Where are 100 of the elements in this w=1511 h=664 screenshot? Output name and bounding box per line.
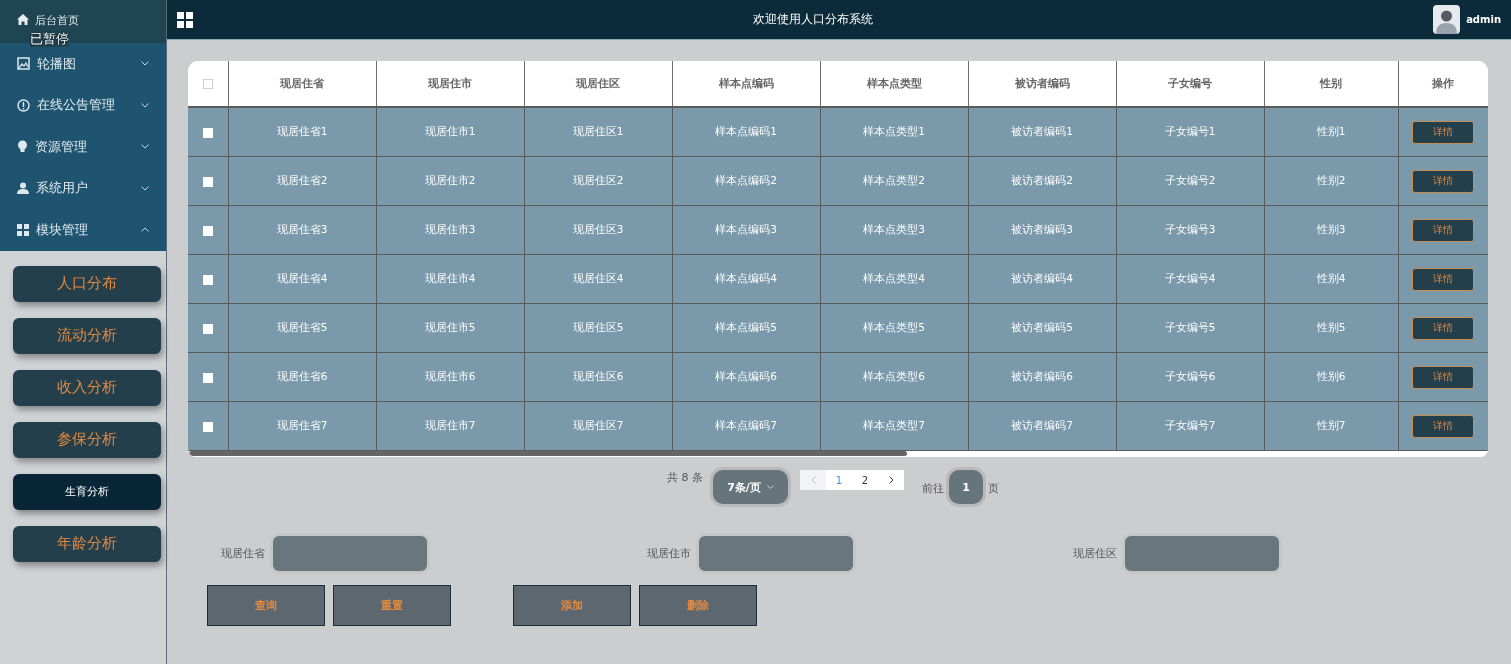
column-header: 操作 bbox=[1398, 61, 1488, 107]
table-cell: 被访者编码1 bbox=[968, 107, 1116, 157]
table-cell: 子女编号7 bbox=[1116, 401, 1264, 451]
details-button[interactable]: 详情 bbox=[1412, 267, 1475, 291]
column-header: 现居住省 bbox=[228, 61, 376, 107]
table-cell: 现居住区2 bbox=[524, 156, 672, 206]
menu-item[interactable]: 资源管理 bbox=[0, 126, 166, 168]
table-cell: 样本点类型1 bbox=[820, 107, 968, 157]
paused-label: 已暂停 bbox=[30, 31, 69, 47]
table-cell: 子女编号1 bbox=[1116, 107, 1264, 157]
column-header: 现居住区 bbox=[524, 61, 672, 107]
table-cell: 现居住省3 bbox=[228, 205, 376, 255]
menu-item[interactable]: 系统用户 bbox=[0, 167, 166, 209]
menu-item[interactable]: 模块管理 bbox=[0, 209, 166, 251]
table-cell: 现居住区6 bbox=[524, 352, 672, 402]
user-icon bbox=[17, 182, 29, 195]
table-cell: 子女编号6 bbox=[1116, 352, 1264, 402]
table-cell: 性别4 bbox=[1264, 254, 1398, 304]
row-checkbox[interactable] bbox=[202, 373, 213, 383]
chevron-down-icon bbox=[766, 485, 774, 489]
input-field[interactable] bbox=[273, 536, 427, 571]
details-button[interactable]: 详情 bbox=[1412, 365, 1475, 389]
column-header: 现居住市 bbox=[376, 61, 524, 107]
table-cell: 样本点编码1 bbox=[672, 107, 820, 157]
table-cell: 现居住市2 bbox=[376, 156, 524, 206]
table-cell: 现居住省2 bbox=[228, 156, 376, 206]
select-all-checkbox[interactable] bbox=[202, 79, 213, 89]
column-header: 样本点类型 bbox=[820, 61, 968, 107]
table-cell: 子女编号5 bbox=[1116, 303, 1264, 353]
row-checkbox[interactable] bbox=[202, 177, 213, 187]
info-icon bbox=[17, 98, 30, 112]
table-cell: 被访者编码4 bbox=[968, 254, 1116, 304]
chevron-right-icon bbox=[888, 476, 894, 484]
table-cell: 现居住市7 bbox=[376, 401, 524, 451]
details-button[interactable]: 详情 bbox=[1412, 218, 1475, 242]
bulb-icon bbox=[17, 140, 28, 154]
menu-item[interactable]: 在线公告管理 bbox=[0, 84, 166, 126]
table-cell: 性别6 bbox=[1264, 352, 1398, 402]
table-cell: 被访者编码7 bbox=[968, 401, 1116, 451]
submenu-button[interactable]: 流动分析 bbox=[13, 317, 161, 354]
input-field[interactable] bbox=[699, 536, 853, 571]
page-title: 欢迎使用人口分布系统 bbox=[752, 11, 875, 28]
table-cell: 性别2 bbox=[1264, 156, 1398, 206]
submenu-button[interactable]: 生育分析 bbox=[13, 473, 161, 510]
picture-icon bbox=[17, 57, 30, 71]
row-checkbox[interactable] bbox=[202, 324, 213, 334]
table-cell: 样本点编码7 bbox=[672, 401, 820, 451]
details-button[interactable]: 详情 bbox=[1412, 414, 1475, 438]
table-cell: 现居住省6 bbox=[228, 352, 376, 402]
table-cell: 样本点类型6 bbox=[820, 352, 968, 402]
submenu-button[interactable]: 收入分析 bbox=[13, 369, 161, 406]
row-checkbox[interactable] bbox=[202, 275, 213, 285]
column-header: 性别 bbox=[1264, 61, 1398, 107]
chevron-left-icon bbox=[810, 476, 816, 484]
page-suffix: 页 bbox=[988, 481, 999, 496]
column-header: 样本点编码 bbox=[672, 61, 820, 107]
username[interactable]: admin bbox=[1466, 14, 1501, 25]
table-cell: 现居住省1 bbox=[228, 107, 376, 157]
avatar-icon bbox=[1433, 5, 1461, 34]
input-field[interactable] bbox=[1125, 536, 1279, 571]
table-cell: 子女编号4 bbox=[1116, 254, 1264, 304]
menu-icon[interactable] bbox=[177, 11, 193, 28]
submenu-button[interactable]: 人口分布 bbox=[13, 265, 161, 302]
table-cell: 现居住区1 bbox=[524, 107, 672, 157]
scrollbar[interactable] bbox=[189, 451, 907, 456]
table-cell: 样本点编码3 bbox=[672, 205, 820, 255]
row-checkbox[interactable] bbox=[202, 422, 213, 432]
table-cell: 被访者编码2 bbox=[968, 156, 1116, 206]
row-checkbox[interactable] bbox=[202, 128, 213, 138]
grid-icon bbox=[17, 223, 29, 236]
page-size-select[interactable]: 7条/页 bbox=[713, 470, 788, 504]
details-button[interactable]: 详情 bbox=[1412, 169, 1475, 193]
details-button[interactable]: 详情 bbox=[1412, 120, 1475, 144]
table-cell: 样本点编码5 bbox=[672, 303, 820, 353]
table-cell: 现居住区7 bbox=[524, 401, 672, 451]
table-cell: 现居住省5 bbox=[228, 303, 376, 353]
table-cell: 现居住市4 bbox=[376, 254, 524, 304]
table-cell: 现居住市5 bbox=[376, 303, 524, 353]
row-checkbox[interactable] bbox=[202, 226, 213, 236]
table-cell: 子女编号2 bbox=[1116, 156, 1264, 206]
table-cell: 现居住市1 bbox=[376, 107, 524, 157]
table-cell: 样本点类型5 bbox=[820, 303, 968, 353]
table-cell: 样本点类型3 bbox=[820, 205, 968, 255]
submenu-button[interactable]: 参保分析 bbox=[13, 421, 161, 458]
table-cell: 性别7 bbox=[1264, 401, 1398, 451]
table-cell: 样本点类型2 bbox=[820, 156, 968, 206]
table-cell: 现居住省7 bbox=[228, 401, 376, 451]
submenu-button[interactable]: 年龄分析 bbox=[13, 525, 161, 562]
field-label: 现居住区 bbox=[1073, 546, 1117, 561]
details-button[interactable]: 详情 bbox=[1412, 316, 1475, 340]
table-cell: 性别5 bbox=[1264, 303, 1398, 353]
table-cell: 现居住区5 bbox=[524, 303, 672, 353]
table-cell: 样本点编码2 bbox=[672, 156, 820, 206]
column-header: 被访者编码 bbox=[968, 61, 1116, 107]
field-label: 现居住省 bbox=[221, 546, 265, 561]
table-cell: 被访者编码6 bbox=[968, 352, 1116, 402]
table-cell: 现居住区4 bbox=[524, 254, 672, 304]
table-cell: 现居住区3 bbox=[524, 205, 672, 255]
table-cell: 子女编号3 bbox=[1116, 205, 1264, 255]
page-input[interactable]: 1 bbox=[949, 470, 983, 504]
